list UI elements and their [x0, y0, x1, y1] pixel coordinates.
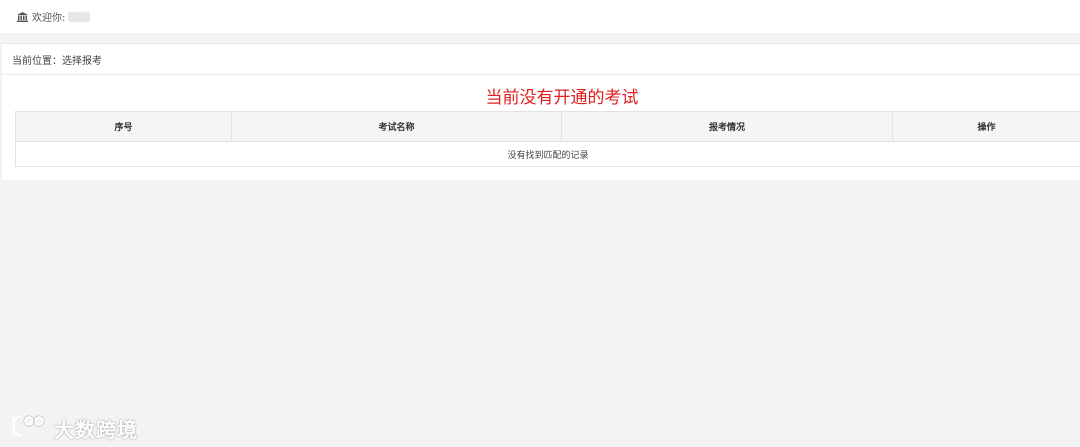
main-panel: 当前位置：选择报考 当前没有开通的考试 序号 考试名称 报考情况 操作 没有找到… — [2, 43, 1080, 180]
institution-icon — [17, 11, 28, 22]
column-header-registration-status[interactable]: 报考情况 — [561, 111, 893, 142]
table-header-row: 序号 考试名称 报考情况 操作 — [15, 111, 1080, 142]
column-header-exam-name[interactable]: 考试名称 — [231, 111, 562, 142]
watermark-text: 大数跨境 — [54, 418, 138, 442]
breadcrumb: 当前位置：选择报考 — [2, 44, 1080, 75]
breadcrumb-text: 当前位置：选择报考 — [12, 55, 102, 67]
empty-message: 没有找到匹配的记录 — [15, 141, 1080, 167]
brand-logo-icon — [8, 412, 50, 445]
top-bar: 欢迎你: — [0, 0, 1080, 33]
column-header-actions[interactable]: 操作 — [892, 111, 1080, 142]
exam-table: 序号 考试名称 报考情况 操作 没有找到匹配的记录 — [15, 111, 1080, 167]
no-exam-notice: 当前没有开通的考试 — [485, 88, 639, 108]
welcome-label: 欢迎你: — [32, 13, 66, 24]
username-redacted — [68, 11, 91, 22]
column-header-index[interactable]: 序号 — [15, 111, 232, 142]
exam-table-wrapper: 序号 考试名称 报考情况 操作 没有找到匹配的记录 — [15, 111, 1080, 167]
watermark: 大数跨境 — [8, 412, 138, 445]
table-empty-row: 没有找到匹配的记录 — [15, 141, 1080, 167]
